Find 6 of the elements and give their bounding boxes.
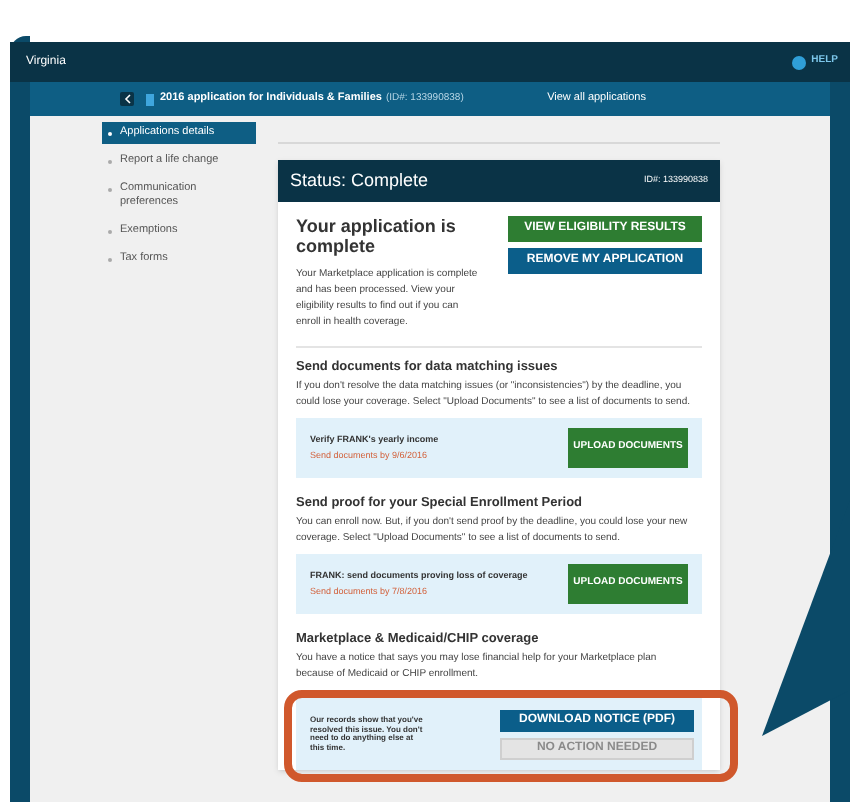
chevron-left-icon [123,94,131,104]
back-button[interactable] [120,92,134,106]
complete-heading: Your application is complete [296,216,458,256]
help-icon[interactable] [791,55,806,69]
document-icon [146,93,154,105]
status-title: Status: Complete [290,167,429,194]
